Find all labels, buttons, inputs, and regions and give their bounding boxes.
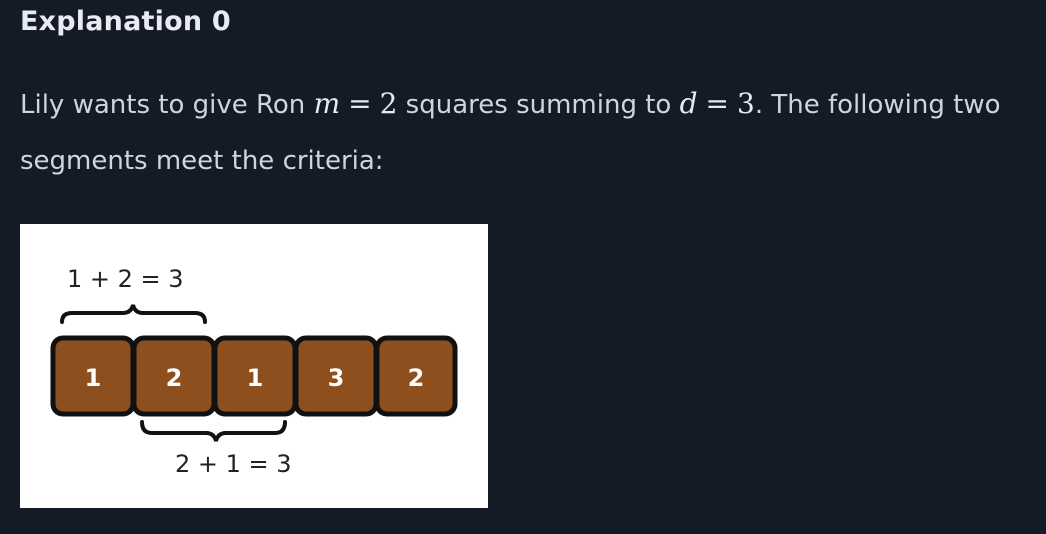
square-2: 2: [131, 335, 217, 417]
square-5-value: 2: [408, 364, 425, 392]
square-4-value: 3: [328, 364, 345, 392]
math-m-equation: m = 2: [314, 87, 398, 120]
explanation-paragraph: Lily wants to give Ron m = 2 squares summi…: [20, 76, 1030, 189]
square-3: 1: [212, 335, 298, 417]
bottom-sum-label: 2 + 1 = 3: [175, 450, 292, 478]
top-brace: [60, 304, 207, 324]
bottom-brace: [140, 420, 287, 442]
square-4: 3: [293, 335, 379, 417]
segments-diagram: 1 + 2 = 3 1 2 1 3 2 2 + 1 = 3: [50, 265, 458, 478]
square-row: 1 2 1 3 2: [50, 335, 458, 417]
math-d-equation: d = 3: [680, 87, 755, 120]
math-variable-d: d: [679, 87, 698, 120]
square-5: 2: [374, 335, 458, 417]
math-equals-1: =: [348, 87, 372, 120]
segments-figure: 1 + 2 = 3 1 2 1 3 2 2 + 1 = 3: [20, 224, 488, 508]
math-variable-m: m: [313, 87, 341, 120]
square-3-value: 1: [247, 364, 264, 392]
paragraph-text-2: squares summing to: [397, 90, 680, 120]
math-value-d: 3: [737, 87, 755, 120]
paragraph-text-1: Lily wants to give Ron: [20, 90, 314, 120]
math-value-m: 2: [379, 87, 398, 120]
math-equals-2: =: [705, 87, 729, 120]
top-sum-label: 1 + 2 = 3: [67, 265, 184, 293]
square-2-value: 2: [166, 364, 183, 392]
section-heading: Explanation 0: [20, 6, 231, 37]
square-1-value: 1: [85, 364, 102, 392]
square-1: 1: [50, 335, 136, 417]
